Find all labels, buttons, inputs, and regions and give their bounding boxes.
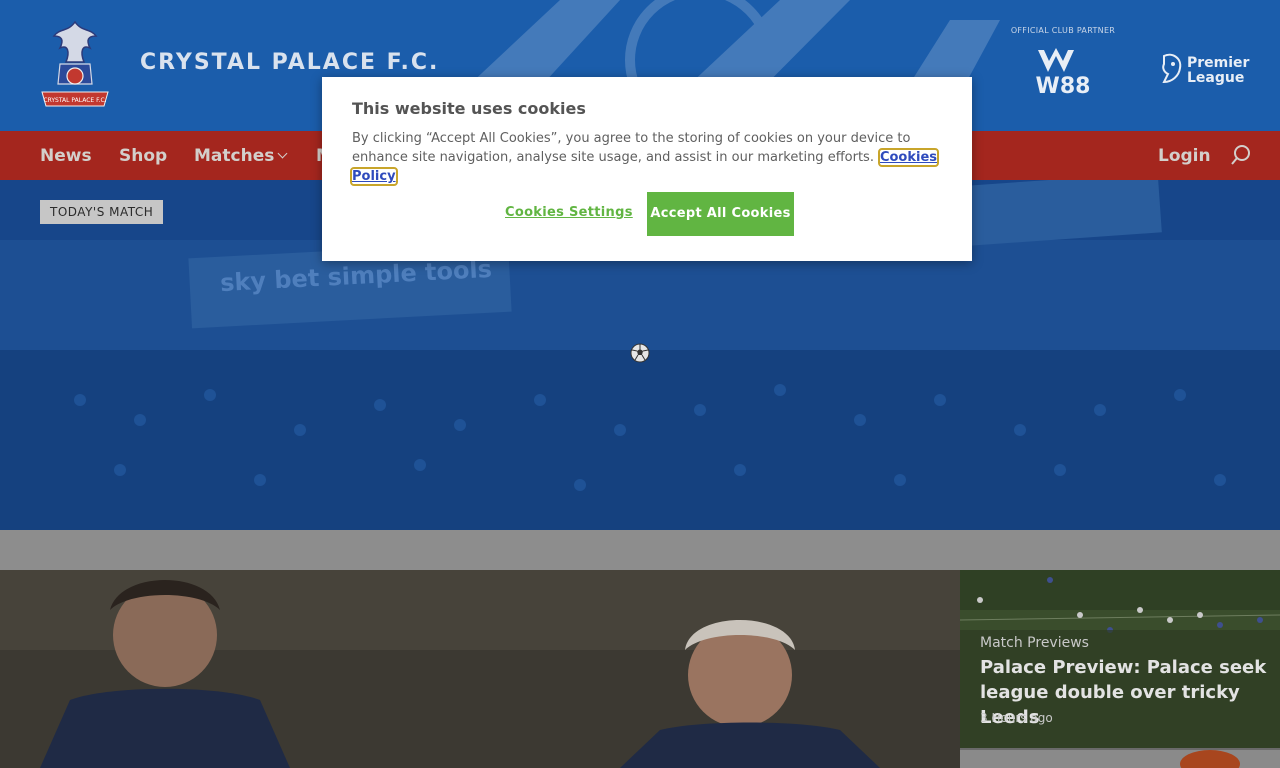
cookie-dialog-body: By clicking “Accept All Cookies”, you ag… xyxy=(352,131,911,165)
content-divider xyxy=(0,530,1280,570)
premier-league-lion-icon[interactable] xyxy=(1158,52,1184,86)
card-category: Match Previews xyxy=(980,635,1089,651)
nav-item-news[interactable]: News xyxy=(40,146,92,166)
login-link[interactable]: Login xyxy=(1158,146,1211,166)
partner-label: OFFICIAL CLUB PARTNER xyxy=(1010,26,1116,35)
secondary-article-photo xyxy=(960,750,1280,768)
league-line-2: League xyxy=(1187,70,1245,86)
premier-league-wordmark: Premier League xyxy=(1187,56,1249,86)
todays-match-badge: TODAY'S MATCH xyxy=(40,200,164,224)
league-line-1: Premier xyxy=(1187,55,1250,71)
club-crest-logo[interactable]: CRYSTAL PALACE F.C. xyxy=(38,18,112,110)
cookie-consent-dialog: This website uses cookies By clicking “A… xyxy=(322,77,972,261)
nav-item-matches-label: Matches xyxy=(194,146,275,166)
club-name[interactable]: CRYSTAL PALACE F.C. xyxy=(140,50,439,75)
nav-item-matches[interactable]: Matches xyxy=(194,146,288,166)
coaches-photo xyxy=(0,570,960,768)
nav-item-shop[interactable]: Shop xyxy=(119,146,167,166)
cookies-settings-button[interactable]: Cookies Settings xyxy=(505,205,633,220)
feature-article-photo[interactable] xyxy=(0,570,960,768)
cookie-dialog-text: By clicking “Accept All Cookies”, you ag… xyxy=(349,129,952,186)
partner-name: W88 xyxy=(1035,74,1091,99)
card-timestamp: 3 Hours ago xyxy=(980,711,1053,725)
football-loading-icon xyxy=(630,343,650,363)
chevron-down-icon xyxy=(277,148,288,159)
accept-all-cookies-button[interactable]: Accept All Cookies xyxy=(647,192,794,236)
search-icon[interactable] xyxy=(1230,143,1252,167)
secondary-article-card[interactable] xyxy=(960,750,1280,768)
crest-text: CRYSTAL PALACE F.C. xyxy=(43,97,106,104)
cookie-dialog-title: This website uses cookies xyxy=(352,99,586,118)
